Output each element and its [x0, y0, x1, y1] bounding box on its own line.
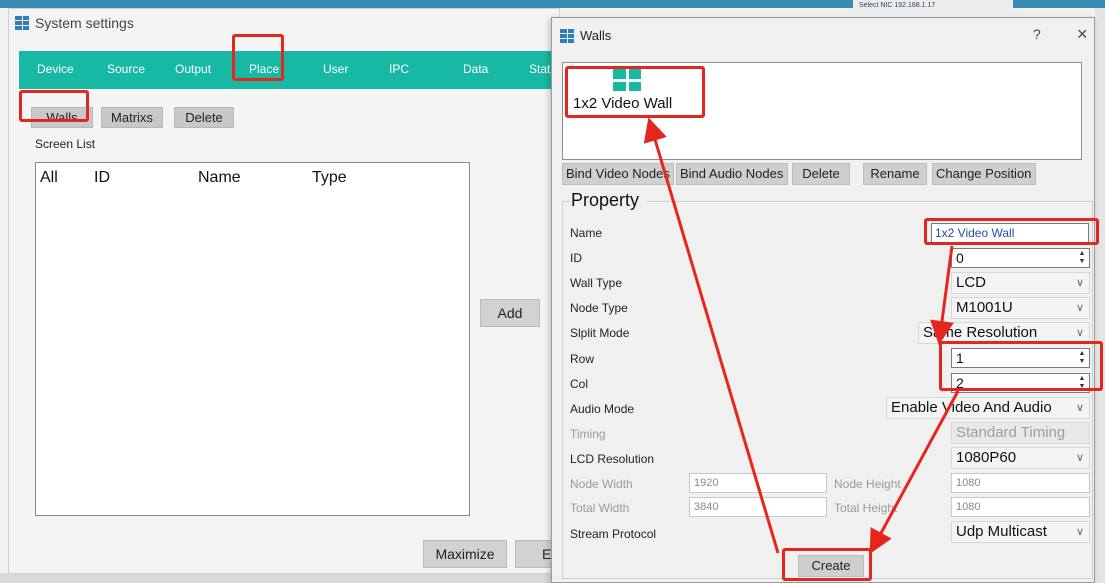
wall-list[interactable]: 1x2 Video Wall	[562, 62, 1082, 160]
column-header-name[interactable]: Name	[198, 169, 241, 187]
walls-dialog: Walls ? × 1x2 Video Wall Bind Video Node…	[551, 17, 1095, 583]
tab-data[interactable]: Data	[463, 62, 488, 76]
background-edge	[1095, 8, 1105, 583]
delete-wall-button[interactable]: Delete	[792, 163, 850, 185]
chevron-down-icon: ∨	[1075, 402, 1084, 414]
partial-button[interactable]: E	[515, 540, 555, 568]
help-icon[interactable]: ?	[1033, 26, 1041, 42]
spin-arrows-icon[interactable]: ▲ ▼	[1076, 250, 1088, 266]
tab-ipc[interactable]: IPC	[389, 62, 409, 76]
system-settings-window: System settings Device Source Output Pla…	[8, 8, 561, 574]
tab-source[interactable]: Source	[107, 62, 145, 76]
rename-button[interactable]: Rename	[863, 163, 927, 185]
timing-value: Standard Timing	[956, 424, 1066, 441]
wall-type-value: LCD	[956, 274, 987, 291]
window-title: System settings	[15, 15, 134, 31]
stream-protocol-value: Udp Multicast	[956, 523, 1047, 540]
audio-mode-value: Enable Video And Audio	[891, 399, 1052, 416]
wall-type-select[interactable]: LCD ∨	[951, 272, 1090, 294]
id-spinbox[interactable]: 0 ▲ ▼	[951, 248, 1090, 268]
node-type-select[interactable]: M1001U ∨	[951, 297, 1090, 319]
highlight-create-button	[782, 548, 872, 581]
audio-mode-select[interactable]: Enable Video And Audio ∨	[886, 397, 1090, 419]
background-window-bar: Select NIC 192.168.1.17	[853, 0, 1013, 12]
highlight-row-col	[939, 341, 1103, 391]
column-header-type[interactable]: Type	[312, 169, 347, 187]
bind-video-nodes-button[interactable]: Bind Video Nodes	[562, 163, 674, 185]
label-audio-mode: Audio Mode	[570, 402, 635, 416]
tab-user[interactable]: User	[323, 62, 348, 76]
dialog-title-text: Walls	[580, 28, 612, 43]
column-header-all[interactable]: All	[40, 169, 58, 187]
table-icon	[15, 16, 29, 30]
dialog-title: Walls	[560, 28, 611, 43]
label-name: Name	[570, 226, 603, 240]
tab-output[interactable]: Output	[175, 62, 211, 76]
label-lcd-resolution: LCD Resolution	[570, 452, 655, 466]
total-height-field: 1080	[951, 497, 1090, 517]
delete-button[interactable]: Delete	[174, 107, 234, 128]
column-header-id[interactable]: ID	[94, 169, 110, 187]
label-timing: Timing	[570, 427, 606, 441]
label-stream-protocol: Stream Protocol	[570, 527, 657, 541]
id-value: 0	[956, 250, 964, 266]
add-button[interactable]: Add	[480, 299, 540, 327]
label-id: ID	[570, 251, 582, 265]
total-width-field: 3840	[689, 497, 827, 517]
chevron-down-icon: ∨	[1075, 452, 1084, 464]
label-col: Col	[570, 377, 589, 391]
lcd-resolution-select[interactable]: 1080P60 ∨	[951, 447, 1090, 469]
label-node-height: Node Height	[834, 477, 901, 491]
maximize-button[interactable]: Maximize	[423, 540, 507, 568]
timing-select: Standard Timing	[951, 422, 1090, 444]
close-icon[interactable]: ×	[1077, 24, 1088, 45]
label-total-width: Total Width	[570, 501, 630, 515]
chevron-down-icon: ∨	[1075, 277, 1084, 289]
highlight-place-tab	[232, 34, 284, 81]
node-width-field: 1920	[689, 473, 827, 493]
lcd-resolution-value: 1080P60	[956, 449, 1017, 466]
node-type-value: M1001U	[956, 299, 1013, 316]
highlight-walls-button	[19, 90, 89, 122]
chevron-down-icon: ∨	[1075, 302, 1084, 314]
screen-list-label: Screen List	[35, 137, 96, 151]
label-node-type: Node Type	[570, 301, 628, 315]
label-node-width: Node Width	[570, 477, 633, 491]
change-position-button[interactable]: Change Position	[932, 163, 1036, 185]
label-total-height: Total Height	[834, 501, 898, 515]
chevron-down-icon: ∨	[1075, 327, 1084, 339]
screen-list-table[interactable]: All ID Name Type	[35, 162, 470, 516]
split-mode-value: Same Resolution	[923, 324, 1038, 341]
property-title: Property	[571, 190, 648, 211]
label-row: Row	[570, 352, 595, 366]
node-height-field: 1080	[951, 473, 1090, 493]
window-title-text: System settings	[35, 15, 134, 31]
nav-bar: Device Source Output Place User IPC Data…	[19, 51, 561, 89]
tab-device[interactable]: Device	[37, 62, 74, 76]
background-bottom	[0, 573, 560, 583]
chevron-down-icon: ∨	[1075, 526, 1084, 538]
matrixs-button[interactable]: Matrixs	[101, 107, 163, 128]
highlight-name-field	[924, 218, 1099, 245]
label-wall-type: Wall Type	[570, 276, 623, 290]
stream-protocol-select[interactable]: Udp Multicast ∨	[951, 521, 1090, 543]
bind-audio-nodes-button[interactable]: Bind Audio Nodes	[676, 163, 788, 185]
table-icon	[560, 28, 574, 43]
highlight-wall-item	[565, 66, 705, 118]
label-split-mode: Slplit Mode	[570, 326, 630, 340]
